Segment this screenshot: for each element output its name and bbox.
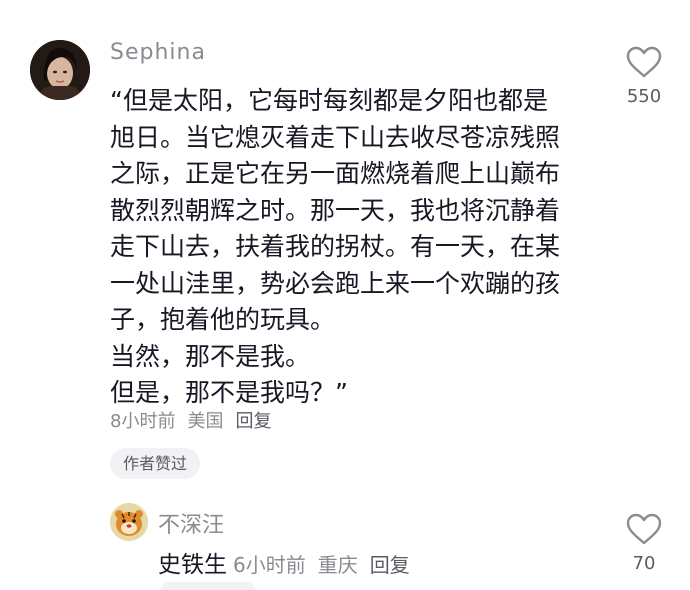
tigger-avatar-image — [110, 503, 148, 541]
comment-text-line: 散烈烈朝辉之时。那一天，我也将沉静着 — [110, 195, 561, 225]
comment-text-line: 走下山去，扶着我的拐杖。有一天，在某 — [110, 232, 561, 261]
next-chip-partial — [160, 582, 256, 590]
comment-text-line: 之际，正是它在另一面燃烧着爬上山巅布 — [110, 159, 561, 188]
comment-timestamp: 8小时前 — [110, 411, 176, 432]
reply-avatar[interactable] — [110, 503, 148, 541]
comment-text-line: 旭日。当它熄灭着走下山去收尽苍凉残照 — [110, 122, 561, 152]
reply-reply-button[interactable]: 回复 — [370, 553, 410, 577]
avatar[interactable] — [30, 40, 90, 100]
reply-username[interactable]: 不深汪 — [158, 507, 224, 539]
reply-timestamp: 6小时前 — [233, 553, 306, 577]
reply-content: 史铁生 6小时前 重庆 回复 — [158, 545, 422, 579]
comment-username[interactable]: Sephina — [110, 40, 206, 65]
comment-text-line: 当然，那不是我。 — [110, 341, 311, 371]
comment-text-line: 一处山洼里，势必会跑上来一个欢蹦的孩 — [110, 268, 561, 298]
author-liked-badge: 作者赞过 — [110, 448, 201, 479]
comment-text-line: 子，抱着他的玩具。 — [110, 305, 336, 334]
like-count: 550 — [626, 86, 662, 107]
heart-outline-icon — [626, 513, 662, 545]
comment-location: 美国 — [187, 411, 224, 432]
comment-text: “但是太阳，它每时每刻都是夕阳也都是 旭日。当它熄灭着走下山去收尽苍凉残照 之际… — [110, 83, 610, 412]
reply-like-button[interactable]: 70 — [614, 513, 674, 574]
reply-button[interactable]: 回复 — [235, 411, 271, 432]
heart-outline-icon — [626, 46, 662, 78]
comment-meta: 8小时前 美国 回复 — [110, 407, 283, 433]
reply-text: 史铁生 — [158, 552, 227, 578]
comment-text-line: “但是太阳，它每时每刻都是夕阳也都是 — [110, 86, 548, 115]
reply-like-count: 70 — [632, 553, 656, 574]
like-button[interactable]: 550 — [614, 46, 674, 107]
avatar-image — [30, 40, 90, 100]
reply-location: 重庆 — [317, 553, 358, 577]
